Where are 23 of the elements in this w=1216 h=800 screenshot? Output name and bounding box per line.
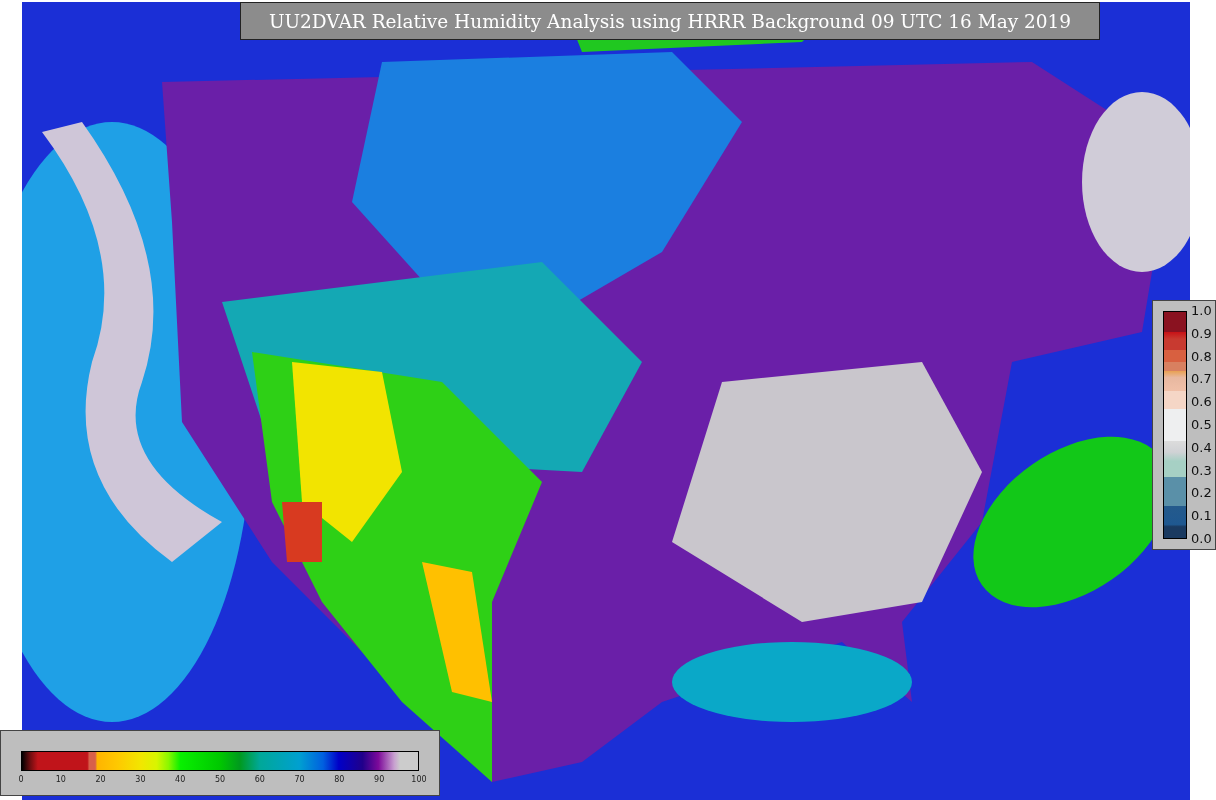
tick-label: 0.3 bbox=[1191, 462, 1212, 479]
tick-label: 0.0 bbox=[1191, 530, 1212, 547]
tick-label: 0.8 bbox=[1191, 348, 1212, 365]
tick-label: 0 bbox=[17, 775, 25, 784]
tick-label: 0.7 bbox=[1191, 371, 1212, 388]
tick-label: 40 bbox=[174, 775, 187, 784]
tick-label: 0.5 bbox=[1191, 417, 1212, 433]
chart-title: UU2DVAR Relative Humidity Analysis using HRRR Background 09 UTC 16 May 2019 bbox=[240, 2, 1100, 40]
tick-label: 90 bbox=[373, 775, 386, 784]
tick-label: 0.2 bbox=[1191, 485, 1212, 502]
tick-label: 30 bbox=[134, 775, 147, 784]
tick-label: 100 bbox=[410, 775, 428, 784]
tick-label: 0.4 bbox=[1191, 439, 1212, 456]
tick-label: 0.1 bbox=[1191, 508, 1212, 525]
tick-label: 50 bbox=[213, 775, 227, 784]
tick-label: 1.0 bbox=[1191, 303, 1212, 319]
tick-label: 0.6 bbox=[1191, 394, 1212, 411]
tick-label: 70 bbox=[293, 775, 306, 784]
tick-label: 20 bbox=[94, 775, 107, 784]
tick-label: 0.9 bbox=[1191, 325, 1212, 342]
tick-label: 60 bbox=[253, 775, 266, 784]
tick-label: 10 bbox=[54, 775, 67, 784]
tick-label: 80 bbox=[333, 775, 346, 784]
